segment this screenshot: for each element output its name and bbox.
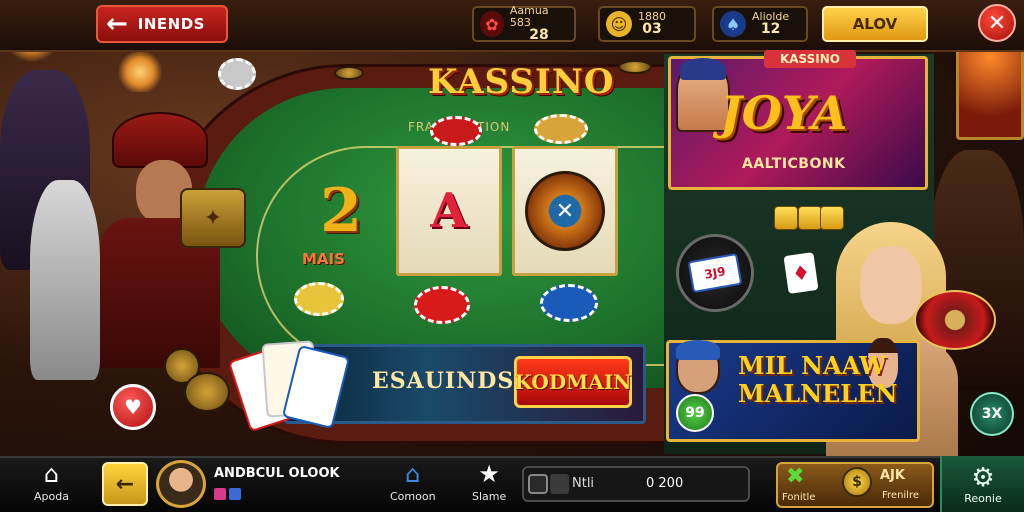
stat-line2: 03 — [642, 21, 662, 38]
promo-bottom-line1: MIL NAAW — [738, 351, 886, 380]
poker-chip[interactable] — [540, 284, 598, 322]
nav-home[interactable]: ⌂ Apoda — [34, 460, 69, 503]
poker-chip[interactable] — [430, 116, 482, 146]
multiplier-badge[interactable]: 3X — [970, 392, 1014, 436]
avatar[interactable] — [156, 460, 206, 508]
arrow-left-icon: ← — [115, 471, 135, 497]
poker-chip[interactable] — [294, 282, 344, 316]
reward-left-label: Fonitle — [782, 492, 816, 503]
nav-home-label: Apoda — [34, 490, 69, 503]
heart-icon: ♥ — [124, 395, 142, 419]
progress-value: 0 200 — [646, 476, 684, 491]
close-icon: ✕ — [987, 10, 1007, 36]
mais-label: MAIS — [302, 250, 345, 268]
favorite-button[interactable]: ♥ — [110, 384, 156, 430]
house-icon: ⌂ — [43, 460, 60, 488]
top-bar: ← INENDS ✿ Aamua 583 28 ☺ 1880 03 ♠ Alio… — [0, 0, 1024, 52]
promo-subtitle: AALTICBONK — [742, 156, 846, 172]
reel-letter-value: A — [430, 183, 468, 239]
stat-line2: 28 — [529, 27, 549, 44]
nav-community[interactable]: ⌂ Comoon — [390, 460, 436, 503]
coin-icon: ☺ — [606, 11, 632, 37]
currency-card[interactable]: ♠ Aliolde 12 — [712, 6, 808, 42]
poker-chip[interactable] — [218, 58, 256, 90]
star-badge-icon: ★ — [478, 460, 500, 488]
wall-lamp — [118, 52, 162, 92]
currency-coin[interactable]: ☺ 1880 03 — [598, 6, 696, 42]
house-star-icon: ⌂ — [405, 460, 421, 488]
card-icon: ♠ — [720, 11, 746, 37]
currency-ruby[interactable]: ✿ Aamua 583 28 — [472, 4, 576, 44]
nav-stars[interactable]: ★ Slame — [472, 460, 506, 503]
profile-badges — [214, 488, 241, 500]
promo-tag: KASSINO — [764, 50, 856, 68]
settings-label: Reonie — [964, 491, 1002, 505]
back-label: INENDS — [137, 15, 205, 33]
card-game-button[interactable]: 3J9 — [676, 234, 754, 312]
profile-name: ANDBCUL OLOOK — [214, 466, 340, 481]
dealer-chest-icon[interactable]: ✦ — [180, 188, 246, 248]
poker-chip[interactable] — [414, 286, 470, 324]
table-brand-logo: KASSINO — [428, 62, 615, 102]
dice-icon — [774, 206, 798, 230]
reward-subtitle: Frenilre — [882, 490, 920, 501]
promo-bottom-line2: MALNELEN — [738, 378, 898, 408]
ruby-icon: ✿ — [480, 11, 504, 37]
promo-bottom-title: MIL NAAW MALNELEN — [738, 352, 897, 407]
reward-title: AJK — [880, 468, 905, 483]
progress-toggle[interactable] — [528, 474, 548, 494]
chip-tray — [184, 372, 230, 412]
chip-tray — [618, 60, 652, 74]
promo-title: JOYA — [720, 86, 848, 140]
kodmain-button[interactable]: KODMAIN — [514, 356, 632, 408]
reel-number-value: 2 — [320, 176, 362, 246]
settings-button[interactable]: ⚙ Reonie — [940, 456, 1024, 512]
nav-stars-label: Slame — [472, 490, 507, 503]
allow-button[interactable]: ALOV — [822, 6, 928, 42]
progress-label: Ntli — [572, 476, 595, 491]
promo-kid-avatar — [676, 340, 720, 394]
reel-coin[interactable]: ✕ — [512, 146, 618, 276]
reel-card[interactable]: A — [396, 146, 502, 276]
chip-tray — [334, 66, 364, 80]
card-label: 3J9 — [687, 252, 743, 294]
cards-fan-icon — [227, 338, 351, 433]
stat-line1: Aamua 583 — [509, 4, 549, 29]
coin-icon: $ — [842, 467, 872, 497]
poker-chip[interactable] — [534, 114, 588, 144]
coin-symbol-icon: ✕ — [525, 171, 605, 251]
cross-swords-icon: ✖ — [786, 464, 805, 489]
back-button[interactable]: ← INENDS — [96, 5, 228, 43]
gear-icon: ⚙ — [971, 462, 995, 493]
close-button[interactable]: ✕ — [978, 4, 1016, 42]
nav-community-label: Comoon — [390, 490, 436, 503]
progress-fill — [550, 474, 569, 494]
arrow-left-icon: ← — [106, 9, 128, 39]
patron-figure — [30, 180, 100, 380]
back-arrow-button[interactable]: ← — [102, 462, 148, 506]
roulette-icon — [914, 290, 996, 350]
promo-badge[interactable]: 99 — [676, 394, 714, 432]
banner-text: ESAUINDS — [372, 368, 515, 394]
stat-line2: 12 — [760, 21, 781, 38]
